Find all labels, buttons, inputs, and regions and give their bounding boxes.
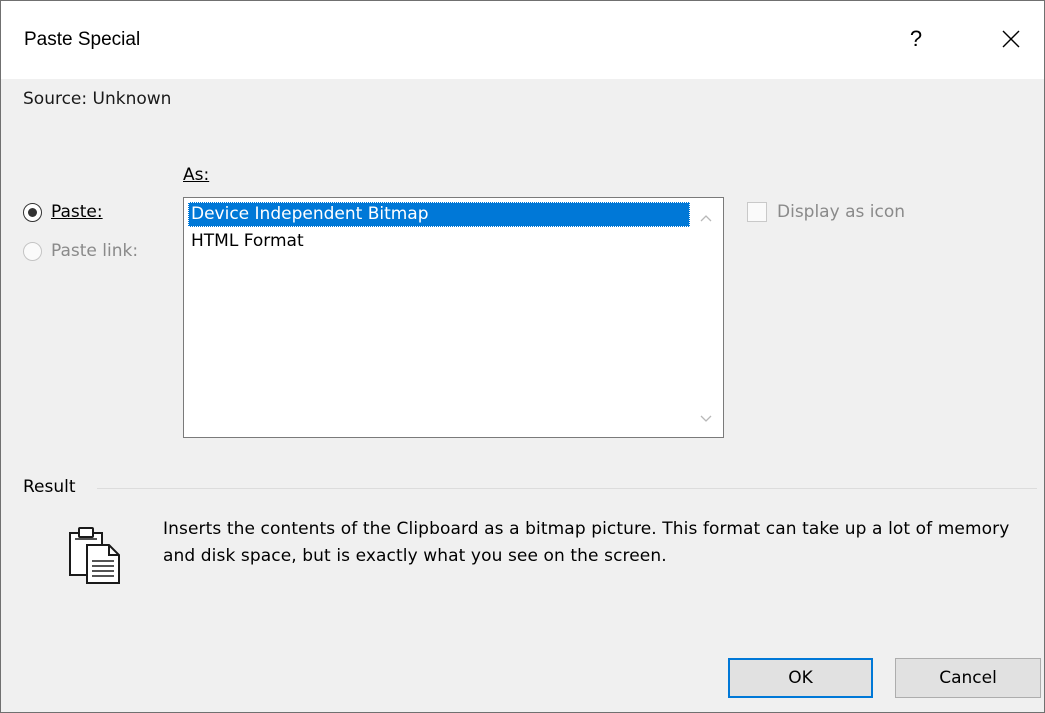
paste-radio-label: Paste:: [51, 202, 103, 222]
display-as-icon-label: Display as icon: [777, 202, 905, 222]
paste-radio[interactable]: [23, 202, 42, 222]
close-icon: [1002, 30, 1020, 48]
close-button[interactable]: [983, 15, 1039, 63]
as-label: As:: [183, 165, 209, 185]
clipboard-paste-icon: [69, 527, 120, 584]
help-icon: ?: [909, 26, 923, 51]
as-format-listbox[interactable]: Device Independent Bitmap HTML Format: [183, 197, 724, 438]
result-heading: Result: [23, 477, 76, 497]
list-item[interactable]: Device Independent Bitmap: [188, 202, 690, 227]
result-divider: [97, 488, 1037, 489]
cancel-button-label: Cancel: [939, 668, 997, 688]
paste-special-dialog: Paste Special ? Source: Unknown As: Past…: [0, 0, 1045, 713]
paste-link-radio-option[interactable]: Paste link:: [23, 241, 138, 261]
dialog-title: Paste Special: [24, 29, 141, 50]
paste-link-radio[interactable]: [23, 241, 42, 261]
display-as-icon-option[interactable]: Display as icon: [747, 202, 905, 222]
result-description: Inserts the contents of the Clipboard as…: [163, 519, 1010, 566]
as-label-text: As:: [183, 165, 210, 185]
scroll-up-button[interactable]: [696, 208, 716, 228]
ok-button[interactable]: OK: [728, 658, 873, 698]
display-as-icon-checkbox[interactable]: [747, 202, 767, 222]
radio-selected-dot: [28, 207, 37, 217]
cancel-button[interactable]: Cancel: [895, 658, 1041, 698]
ok-button-label: OK: [788, 668, 813, 688]
paste-radio-option[interactable]: Paste:: [23, 202, 103, 222]
scroll-down-button[interactable]: [696, 409, 716, 429]
list-item[interactable]: HTML Format: [188, 229, 304, 254]
paste-link-radio-label: Paste link:: [51, 241, 139, 261]
chevron-down-icon: [700, 415, 712, 422]
help-button[interactable]: ?: [891, 15, 941, 63]
chevron-up-icon: [700, 215, 712, 222]
title-bar: Paste Special ?: [1, 1, 1044, 79]
source-text: Source: Unknown: [23, 89, 172, 109]
